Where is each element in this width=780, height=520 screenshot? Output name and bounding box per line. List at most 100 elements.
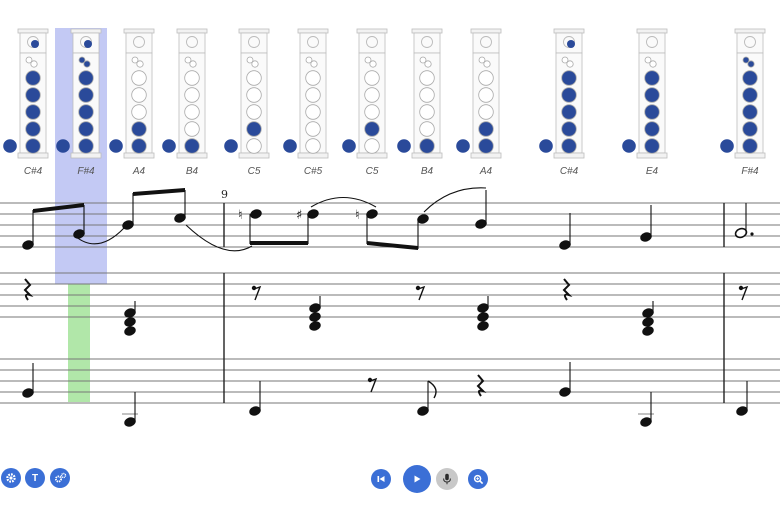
finger-hole xyxy=(478,87,494,103)
fingering-chart xyxy=(456,28,502,159)
finger-hole xyxy=(305,104,321,120)
chart-cap xyxy=(411,28,443,34)
quarter-rest xyxy=(476,374,487,397)
chart-tube xyxy=(358,52,386,154)
chart-foot xyxy=(70,152,102,159)
finger-hole xyxy=(644,104,660,120)
staff-bass xyxy=(0,358,780,404)
chart-cap xyxy=(123,28,155,34)
fingering-chart xyxy=(342,28,388,159)
note-name-label: C#4 xyxy=(23,166,43,177)
finger-hole xyxy=(419,104,435,120)
finger-hole xyxy=(644,121,660,137)
finger-hole xyxy=(364,87,380,103)
chord-note-head xyxy=(642,326,654,336)
finger-hole xyxy=(742,87,758,103)
chord-note-head xyxy=(477,321,489,331)
thumb-key xyxy=(31,40,39,48)
finger-hole xyxy=(131,70,147,86)
finger-hole xyxy=(644,138,660,154)
chart-tube xyxy=(299,52,327,154)
finger-hole xyxy=(78,87,94,103)
chord-note-head xyxy=(309,321,321,331)
finger-hole xyxy=(561,87,577,103)
eighth-rest xyxy=(417,285,426,301)
chart-head xyxy=(638,32,666,54)
finger-hole xyxy=(78,138,94,154)
chart-cap xyxy=(238,28,270,34)
tools-button[interactable] xyxy=(50,468,70,488)
eighth-rest xyxy=(740,285,749,301)
quarter-rest xyxy=(562,278,573,301)
finger-hole xyxy=(742,104,758,120)
chart-tube xyxy=(472,52,500,154)
fingering-chart xyxy=(162,28,208,159)
text-button[interactable]: T xyxy=(25,468,45,488)
chart-cap xyxy=(734,28,766,34)
chart-cap xyxy=(553,28,585,34)
sharp-sign: ♯ xyxy=(296,208,302,223)
note-name-label: A4 xyxy=(479,166,493,177)
settings-button[interactable] xyxy=(1,468,21,488)
small-hole xyxy=(424,60,432,68)
note-head xyxy=(250,209,262,219)
rewind-button[interactable] xyxy=(371,469,391,489)
finger-hole xyxy=(364,70,380,86)
small-hole xyxy=(649,60,657,68)
finger-hole xyxy=(305,138,321,154)
finger-hole xyxy=(25,121,41,137)
finger-hole xyxy=(419,121,435,137)
finger-hole xyxy=(131,87,147,103)
note-name-label: C5 xyxy=(247,166,261,177)
zoom-icon xyxy=(473,474,483,484)
small-hole xyxy=(251,60,259,68)
finger-hole xyxy=(305,121,321,137)
note-name-label: B4 xyxy=(185,166,199,177)
measure-number: 9 xyxy=(221,188,228,201)
text-icon: T xyxy=(31,472,39,484)
chart-head xyxy=(240,32,268,54)
chart-head xyxy=(125,32,153,54)
finger-hole xyxy=(364,121,380,137)
natural-sign: ♮ xyxy=(238,208,243,223)
chart-foot xyxy=(553,152,585,159)
fingering-chart xyxy=(539,28,585,159)
finger-hole xyxy=(742,121,758,137)
chart-head xyxy=(178,32,206,54)
side-key xyxy=(3,139,17,153)
chart-foot xyxy=(470,152,502,159)
finger-hole xyxy=(25,70,41,86)
chart-foot xyxy=(297,152,329,159)
finger-hole xyxy=(419,138,435,154)
cogs-icon xyxy=(54,472,66,483)
side-key xyxy=(456,139,470,153)
chart-foot xyxy=(636,152,668,159)
chart-cap xyxy=(17,28,49,34)
natural-sign: ♮ xyxy=(355,208,360,223)
beam xyxy=(367,241,418,250)
play-button[interactable] xyxy=(403,465,431,493)
skip-back-icon xyxy=(377,476,385,482)
chart-tube xyxy=(638,52,666,154)
note-name-label: F#4 xyxy=(741,166,759,177)
fingering-chart xyxy=(109,28,155,159)
finger-hole xyxy=(561,138,577,154)
mic-button[interactable] xyxy=(436,468,458,490)
finger-hole xyxy=(364,104,380,120)
zoom-button[interactable] xyxy=(468,469,488,489)
small-hole xyxy=(83,60,91,68)
finger-hole xyxy=(25,138,41,154)
dot xyxy=(750,232,754,236)
finger-hole xyxy=(246,87,262,103)
chart-head xyxy=(358,32,386,54)
chart-tube xyxy=(19,52,47,154)
finger-hole xyxy=(184,138,200,154)
finger-hole xyxy=(246,138,262,154)
fingering-chart xyxy=(720,28,766,159)
chart-foot xyxy=(123,152,155,159)
mic-icon xyxy=(443,473,451,485)
side-key xyxy=(283,139,297,153)
gear-icon xyxy=(6,473,16,483)
chart-foot xyxy=(176,152,208,159)
note-name-label: C#5 xyxy=(303,166,323,177)
